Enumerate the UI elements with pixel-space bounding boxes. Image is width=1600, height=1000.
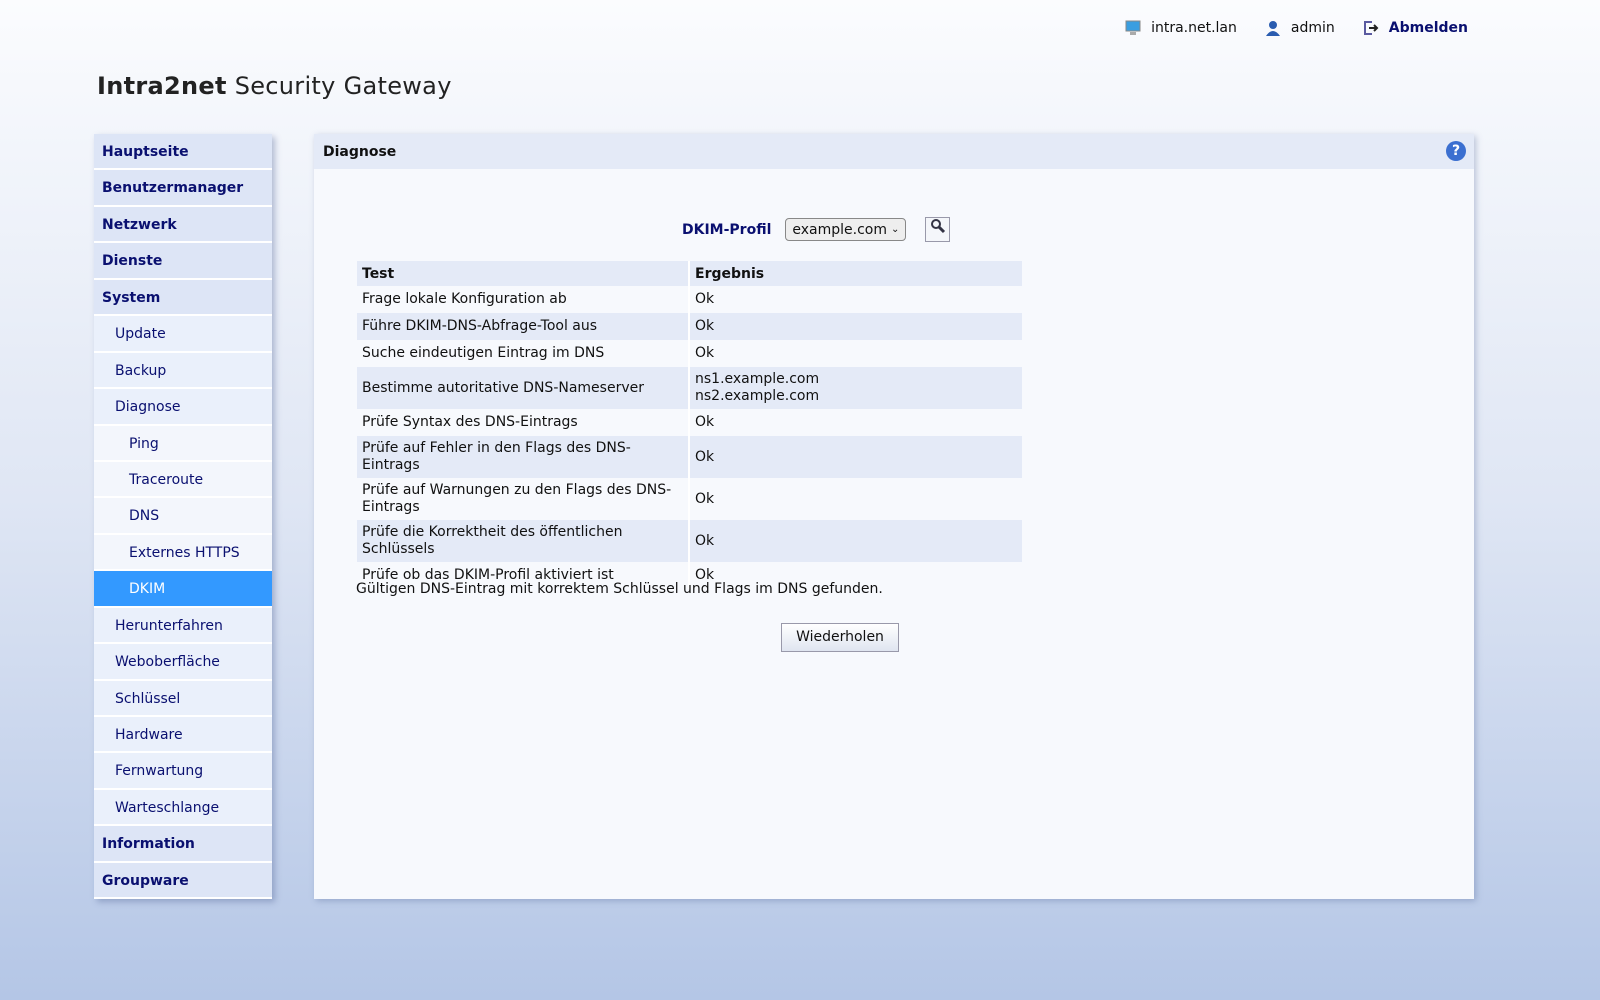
panel-header: Diagnose? bbox=[314, 134, 1474, 169]
test-cell: Bestimme autoritative DNS-Nameserver bbox=[357, 367, 690, 409]
sidebar-item-backup[interactable]: Backup bbox=[94, 352, 272, 390]
results-table: Test Ergebnis Frage lokale Konfiguration … bbox=[357, 261, 1022, 589]
result-cell: Ok bbox=[695, 414, 715, 430]
column-header-result: Ergebnis bbox=[689, 261, 1022, 286]
table-row: Prüfe Syntax des DNS-Eintrags Ok bbox=[357, 409, 1022, 436]
result-cell: Ok bbox=[689, 520, 1022, 562]
sidebar-item-schlüssel[interactable]: Schlüssel bbox=[94, 680, 272, 717]
user-name: admin bbox=[1290, 20, 1335, 36]
page-title: Diagnose bbox=[323, 144, 397, 160]
result-cell: Ok bbox=[689, 313, 1022, 340]
table-row: Prüfe auf Warnungen zu den Flags des DNS… bbox=[357, 478, 1022, 520]
search-button[interactable] bbox=[925, 217, 951, 242]
result-message: Gültigen DNS-Eintrag mit korrektem Schlü… bbox=[356, 581, 883, 597]
test-cell: Führe DKIM-DNS-Abfrage-Tool aus bbox=[357, 313, 690, 340]
table-row: Prüfe die Korrektheit des öffentlichen S… bbox=[357, 520, 1022, 562]
sidebar-item-weboberfläche[interactable]: Weboberfläche bbox=[94, 644, 272, 681]
result-cell: Ok bbox=[695, 291, 715, 307]
sidebar-item-information[interactable]: Information bbox=[94, 826, 272, 863]
logout-link[interactable]: Abmelden bbox=[1363, 20, 1468, 36]
test-cell: Prüfe Syntax des DNS-Eintrags bbox=[357, 409, 690, 436]
sidebar: Hauptseite Benutzermanager Netzwerk Dienste… bbox=[94, 134, 272, 900]
table-row: Prüfe auf Fehler in den Flags des DNS-Ei… bbox=[357, 436, 1022, 478]
test-cell: Frage lokale Konfiguration ab bbox=[357, 286, 690, 313]
user-info: admin bbox=[1265, 20, 1335, 36]
top-bar: intra.net.lan admin Abmelden bbox=[1125, 20, 1468, 36]
sidebar-item-warteschlange[interactable]: Warteschlange bbox=[94, 789, 272, 827]
main-panel: Diagnose? DKIM-Profil example.com ⌄ Test E… bbox=[314, 134, 1474, 899]
sidebar-item-hauptseite[interactable]: Hauptseite bbox=[94, 134, 272, 171]
sidebar-item-diagnose[interactable]: Diagnose bbox=[94, 389, 272, 426]
sidebar-item-herunterfahren[interactable]: Herunterfahren bbox=[94, 607, 272, 645]
sidebar-item-fernwartung[interactable]: Fernwartung bbox=[94, 753, 272, 790]
result-cell: ns1.example.com ns2.example.com bbox=[689, 367, 1022, 409]
retry-button[interactable]: Wiederholen bbox=[781, 623, 899, 652]
table-row: Führe DKIM-DNS-Abfrage-Tool aus Ok bbox=[357, 313, 1022, 340]
table-row: Frage lokale Konfiguration ab Ok bbox=[357, 286, 1022, 313]
logo: Intra2net Security Gateway bbox=[97, 72, 452, 100]
result-cell: Ok bbox=[689, 436, 1022, 478]
profile-row: DKIM-Profil example.com ⌄ bbox=[682, 217, 951, 242]
monitor-icon bbox=[1125, 20, 1141, 35]
profile-label: DKIM-Profil bbox=[682, 221, 772, 238]
test-cell: Prüfe die Korrektheit des öffentlichen S… bbox=[357, 520, 690, 562]
logout-icon bbox=[1363, 21, 1379, 35]
table-row: Suche eindeutigen Eintrag im DNS Ok bbox=[357, 340, 1022, 367]
chevron-down-icon: ⌄ bbox=[891, 224, 900, 235]
test-cell: Prüfe auf Fehler in den Flags des DNS-Ei… bbox=[357, 436, 690, 478]
result-cell: Ok bbox=[695, 490, 715, 507]
profile-select[interactable]: example.com ⌄ bbox=[785, 218, 907, 241]
sidebar-item-system[interactable]: System bbox=[94, 279, 272, 317]
test-cell: Prüfe auf Warnungen zu den Flags des DNS… bbox=[357, 478, 690, 520]
logout-label: Abmelden bbox=[1388, 20, 1468, 36]
sidebar-item-hardware[interactable]: Hardware bbox=[94, 717, 272, 754]
sidebar-item-dns[interactable]: DNS bbox=[94, 498, 272, 535]
user-icon bbox=[1265, 21, 1280, 36]
column-header-test: Test bbox=[357, 261, 690, 286]
sidebar-item-dkim[interactable]: DKIM bbox=[94, 571, 272, 608]
host-name: intra.net.lan bbox=[1151, 20, 1237, 36]
help-icon[interactable]: ? bbox=[1446, 141, 1466, 161]
sidebar-item-update[interactable]: Update bbox=[94, 316, 272, 353]
table-row: Bestimme autoritative DNS-Nameserver ns1.… bbox=[357, 367, 1022, 409]
sidebar-item-benutzermanager[interactable]: Benutzermanager bbox=[94, 170, 272, 207]
profile-value: example.com bbox=[792, 221, 887, 238]
test-cell: Suche eindeutigen Eintrag im DNS bbox=[357, 340, 690, 367]
sidebar-item-netzwerk[interactable]: Netzwerk bbox=[94, 206, 272, 244]
sidebar-item-externes-https[interactable]: Externes HTTPS bbox=[94, 534, 272, 572]
sidebar-item-dienste[interactable]: Dienste bbox=[94, 243, 272, 280]
sidebar-item-traceroute[interactable]: Traceroute bbox=[94, 461, 272, 499]
result-cell: Ok bbox=[695, 345, 715, 361]
sidebar-item-ping[interactable]: Ping bbox=[94, 425, 272, 462]
sidebar-item-groupware[interactable]: Groupware bbox=[94, 862, 272, 900]
host-info: intra.net.lan bbox=[1125, 20, 1237, 36]
magnifier-icon bbox=[930, 219, 945, 234]
